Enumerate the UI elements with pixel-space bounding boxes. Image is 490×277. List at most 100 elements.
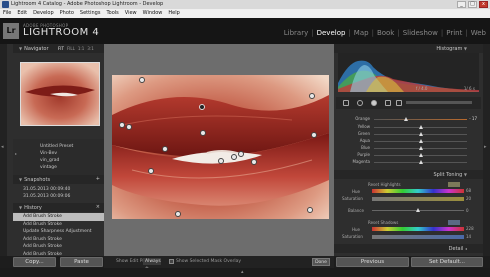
menu-settings[interactable]: Settings [80, 9, 101, 18]
edit-pin[interactable] [162, 146, 168, 152]
highlights-color-swatch[interactable] [448, 182, 460, 187]
menu-window[interactable]: Window [143, 9, 163, 18]
copy-button[interactable]: Copy... [13, 257, 56, 267]
menu-help[interactable]: Help [168, 9, 179, 18]
snapshots-title: Snapshots [24, 177, 51, 183]
menu-file[interactable]: File [3, 9, 11, 18]
edit-pin[interactable] [311, 132, 317, 138]
preset-item[interactable]: vin_grad [13, 157, 104, 164]
module-book[interactable]: Book [377, 29, 394, 37]
edit-pin[interactable] [309, 93, 315, 99]
navigator-zoom-options: FIT FILL 1:1 3:1 [58, 44, 94, 53]
history-item[interactable]: Add Brush Stroke [13, 251, 104, 256]
detail-header[interactable]: Detail ◂ [334, 244, 483, 253]
module-library[interactable]: Library [284, 29, 308, 37]
slider-knob[interactable] [419, 153, 423, 157]
left-panel-toggle[interactable]: ◂ [0, 44, 7, 256]
maximize-button[interactable]: □ [468, 1, 477, 8]
shadows-saturation-slider[interactable] [372, 235, 464, 239]
slider-knob[interactable] [419, 139, 423, 143]
history-item[interactable]: Add Brush Stroke [13, 243, 104, 251]
edit-pin[interactable] [139, 77, 145, 83]
spot-removal-icon[interactable] [357, 100, 363, 106]
shadows-color-swatch[interactable] [448, 220, 460, 225]
show-mask-checkbox[interactable] [169, 259, 174, 264]
highlights-section-label: Reset Highlights [368, 182, 401, 187]
graduated-filter-icon[interactable] [385, 100, 391, 106]
highlights-hue-slider[interactable] [372, 189, 464, 193]
menu-view[interactable]: View [125, 9, 137, 18]
main-photo[interactable] [112, 75, 329, 219]
preset-item[interactable]: vintage [13, 164, 104, 171]
edit-pin[interactable] [251, 159, 257, 165]
preset-item[interactable]: Vin-Bev [13, 150, 104, 157]
brush-size-slider[interactable] [406, 101, 472, 104]
adjustment-brush-icon[interactable] [396, 100, 402, 106]
expand-triangle-icon: ◂ [464, 246, 467, 251]
slider-knob[interactable] [419, 125, 423, 129]
history-item[interactable]: Add Brush Stroke [13, 221, 104, 229]
edit-pin[interactable] [307, 207, 313, 213]
paste-button[interactable]: Paste [60, 257, 103, 267]
navigator-thumbnail[interactable] [20, 62, 100, 126]
history-item[interactable]: Add Brush Stroke [13, 236, 104, 244]
module-map[interactable]: Map [354, 29, 369, 37]
zoom-fit[interactable]: FIT [58, 44, 64, 53]
zoom-1-1[interactable]: 1:1 [78, 44, 84, 53]
done-button[interactable]: Done [312, 258, 330, 266]
menu-edit[interactable]: Edit [17, 9, 27, 18]
slider-knob[interactable] [404, 117, 408, 121]
highlights-saturation-slider[interactable] [372, 197, 464, 201]
menu-photo[interactable]: Photo [60, 9, 74, 18]
edit-pin[interactable] [126, 124, 132, 130]
snapshot-item[interactable]: 31.05.2013 00:09:40 [13, 186, 104, 193]
collapse-triangle-icon: ▼ [463, 46, 467, 51]
clear-history-icon[interactable]: × [96, 203, 100, 212]
slider-knob[interactable] [419, 132, 423, 136]
slider-orange: Orange - 17 [334, 116, 483, 122]
slider-track[interactable] [374, 119, 467, 120]
history-item[interactable]: Update Sharpness Adjustment [13, 228, 104, 236]
history-item[interactable]: Add Brush Stroke [13, 213, 104, 221]
module-slideshow[interactable]: Slideshow [403, 29, 438, 37]
edit-pin[interactable] [218, 158, 224, 164]
split-toning-header[interactable]: Split Toning ▼ [334, 170, 483, 179]
histogram-header[interactable]: Histogram ▼ [334, 44, 483, 53]
edit-pin[interactable] [148, 168, 154, 174]
snapshots-header[interactable]: ▼ Snapshots + [13, 175, 104, 184]
zoom-3-1[interactable]: 3:1 [87, 44, 93, 53]
red-eye-icon[interactable] [371, 100, 377, 106]
module-web[interactable]: Web [471, 29, 486, 37]
zoom-fill[interactable]: FILL [67, 44, 75, 53]
expand-filmstrip-icon[interactable]: ▴ [241, 269, 244, 275]
right-panel-toggle[interactable]: ▸ [483, 44, 490, 256]
previous-button[interactable]: Previous [336, 257, 409, 267]
expand-presets-icon[interactable]: ▸ [15, 151, 17, 156]
module-develop[interactable]: Develop [317, 29, 346, 37]
edit-pin[interactable] [175, 211, 181, 217]
collapse-left-icon: ◂ [1, 144, 4, 150]
edit-pin-selected[interactable] [199, 104, 205, 110]
module-print[interactable]: Print [446, 29, 462, 37]
balance-label: Balance [348, 208, 364, 213]
balance-knob[interactable] [416, 208, 420, 212]
add-snapshot-icon[interactable]: + [96, 175, 100, 184]
preset-item[interactable]: Untitled Preset [13, 143, 104, 150]
snapshot-item[interactable]: 31.05.2013 00:09:06 [13, 193, 104, 200]
slider-knob[interactable] [419, 160, 423, 164]
edit-pin[interactable] [238, 151, 244, 157]
slider-yellow: Yellow [334, 124, 483, 130]
close-button[interactable]: x [479, 1, 488, 8]
set-default-button[interactable]: Set Default... [411, 257, 483, 267]
edit-pins-mode-select[interactable]: Always ÷ [143, 258, 161, 271]
edit-pin[interactable] [119, 122, 125, 128]
minimize-button[interactable]: _ [457, 1, 466, 8]
edit-pin[interactable] [231, 154, 237, 160]
menu-tools[interactable]: Tools [106, 9, 118, 18]
crop-tool-icon[interactable] [343, 100, 349, 106]
shadows-hue-slider[interactable] [372, 227, 464, 231]
slider-knob[interactable] [419, 146, 423, 150]
edit-pin[interactable] [200, 130, 206, 136]
menu-develop[interactable]: Develop [33, 9, 54, 18]
history-header[interactable]: ▼ History × [13, 203, 104, 212]
